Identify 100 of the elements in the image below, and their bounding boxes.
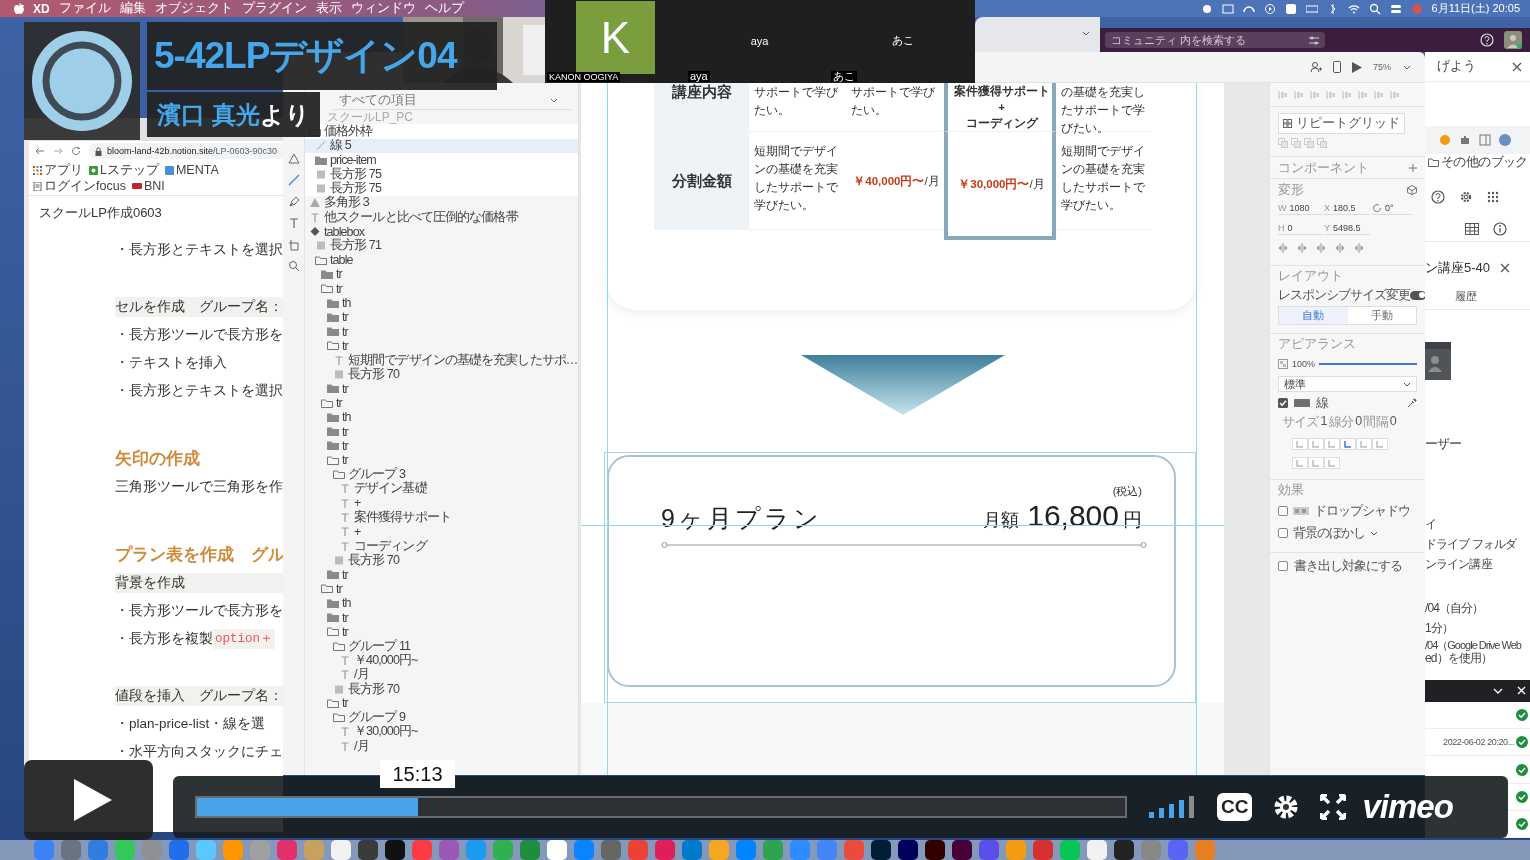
opacity-value[interactable]: 100% bbox=[1292, 359, 1316, 369]
window-icon[interactable] bbox=[1221, 2, 1234, 15]
layer-item[interactable]: + bbox=[305, 496, 578, 511]
align-icon[interactable] bbox=[1374, 89, 1384, 100]
stroke-style-icon[interactable] bbox=[1292, 457, 1308, 469]
battery-icon[interactable] bbox=[1305, 2, 1318, 15]
menu-item[interactable]: XD bbox=[33, 1, 50, 16]
align-icon[interactable] bbox=[1358, 89, 1368, 100]
layer-item[interactable]: th bbox=[305, 410, 578, 425]
stroke-style-icon[interactable] bbox=[1324, 438, 1340, 450]
number-field[interactable]: H 0 bbox=[1278, 221, 1322, 235]
layer-item[interactable]: 長方形 70 bbox=[305, 553, 578, 568]
triangle-icon[interactable] bbox=[287, 152, 300, 165]
close-icon[interactable] bbox=[1512, 61, 1522, 72]
number-field[interactable]: X 180.5 bbox=[1324, 201, 1370, 215]
layer-item[interactable]: /月 bbox=[305, 739, 578, 754]
layer-item[interactable]: tr bbox=[305, 696, 578, 711]
plus-icon[interactable] bbox=[1409, 163, 1417, 172]
apps-icon[interactable] bbox=[1487, 191, 1499, 204]
help-icon[interactable] bbox=[1431, 190, 1445, 205]
layer-item[interactable]: tr bbox=[305, 381, 578, 396]
play-icon[interactable] bbox=[1352, 61, 1362, 73]
layer-item[interactable]: tr bbox=[305, 624, 578, 639]
color-swatch[interactable] bbox=[1294, 399, 1310, 407]
mode-tab[interactable]: 手動 bbox=[1347, 307, 1416, 324]
layer-item[interactable]: th bbox=[305, 596, 578, 611]
layer-item[interactable]: グループ 11 bbox=[305, 639, 578, 654]
stroke-style-icon[interactable] bbox=[1356, 438, 1372, 450]
cube-icon[interactable] bbox=[1407, 185, 1417, 195]
reload-icon[interactable] bbox=[71, 146, 81, 156]
bookmark[interactable]: アプリ bbox=[33, 162, 83, 178]
stroke-style-icon[interactable] bbox=[1372, 438, 1388, 450]
app-icon[interactable] bbox=[898, 840, 918, 860]
app-icon[interactable] bbox=[1114, 840, 1134, 860]
layer-item[interactable]: ￥40,000円~ bbox=[305, 653, 578, 668]
layer-item[interactable]: コーディング bbox=[305, 538, 578, 554]
checkbox[interactable] bbox=[1278, 528, 1288, 538]
layer-item[interactable]: tr bbox=[305, 310, 578, 325]
back-icon[interactable] bbox=[35, 146, 45, 156]
align-icon[interactable] bbox=[1294, 89, 1304, 100]
layer-item[interactable]: table bbox=[305, 252, 578, 268]
captions-button[interactable]: CC bbox=[1217, 793, 1253, 821]
app-icon[interactable] bbox=[925, 840, 945, 860]
bookmark[interactable]: その他のブック bbox=[1425, 154, 1530, 172]
caret-icon[interactable] bbox=[1370, 530, 1378, 536]
flip-icon[interactable] bbox=[1297, 243, 1307, 253]
toggle-switch[interactable] bbox=[1410, 290, 1425, 300]
app-icon[interactable] bbox=[871, 840, 891, 860]
layer-item[interactable]: tr bbox=[305, 267, 578, 282]
layer-item[interactable]: tr bbox=[305, 453, 578, 468]
layer-item[interactable]: 案件獲得サポート bbox=[305, 510, 578, 525]
fullscreen-icon[interactable] bbox=[1320, 794, 1347, 820]
layer-item[interactable]: グループ 3 bbox=[305, 467, 578, 482]
grid-view-icon[interactable] bbox=[1465, 222, 1479, 235]
eyedropper-icon[interactable] bbox=[1407, 398, 1417, 408]
stroke-style-icon[interactable] bbox=[1308, 457, 1324, 469]
layer-item[interactable]: 長方形 71 bbox=[305, 238, 578, 253]
number-field[interactable]: 線分 0 bbox=[1328, 414, 1362, 431]
align-icon[interactable] bbox=[1310, 89, 1320, 100]
layer-item[interactable]: ￥30,000円~ bbox=[305, 724, 578, 740]
brand-logo[interactable]: vimeo bbox=[1362, 789, 1453, 825]
artboard-icon[interactable] bbox=[287, 238, 300, 251]
align-icon[interactable] bbox=[1278, 89, 1288, 100]
layer-item[interactable]: 長方形 70 bbox=[305, 367, 578, 382]
layer-item[interactable]: tr bbox=[305, 581, 578, 597]
bookmark[interactable]: BNI bbox=[131, 178, 165, 194]
app-icon[interactable] bbox=[547, 840, 567, 860]
tab[interactable]: 履歴 bbox=[1425, 281, 1530, 310]
menu-item[interactable]: 表示 bbox=[315, 0, 342, 17]
layer-item[interactable]: th bbox=[305, 295, 578, 311]
layer-item[interactable]: tr bbox=[305, 610, 578, 625]
progress-bar[interactable] bbox=[195, 796, 1127, 818]
rotation-field[interactable]: 0° bbox=[1372, 201, 1412, 215]
align-icon[interactable] bbox=[1390, 89, 1400, 100]
app-icon[interactable] bbox=[358, 840, 378, 860]
menu-item[interactable]: ウィンドウ bbox=[350, 0, 416, 17]
phone-icon[interactable] bbox=[1333, 61, 1341, 73]
layer-item[interactable]: 長方形 75 bbox=[305, 181, 578, 196]
app-icon[interactable] bbox=[952, 840, 972, 860]
menu-item[interactable]: ヘルプ bbox=[424, 0, 464, 17]
info-icon[interactable] bbox=[1493, 221, 1507, 236]
layer-item[interactable]: グループ 9 bbox=[305, 710, 578, 725]
checked-checkbox[interactable] bbox=[1278, 398, 1288, 408]
align-icon[interactable] bbox=[1326, 89, 1336, 100]
zoom-icon[interactable] bbox=[287, 260, 300, 272]
number-field[interactable]: W 1080 bbox=[1278, 201, 1322, 215]
checkbox[interactable] bbox=[1278, 506, 1288, 516]
volume-icon[interactable] bbox=[1149, 796, 1195, 818]
layer-item[interactable]: tr bbox=[305, 424, 578, 439]
bookmark[interactable]: MENTA bbox=[164, 162, 219, 178]
stroke-style-icon[interactable] bbox=[1292, 438, 1308, 450]
layer-item[interactable]: tr bbox=[305, 324, 578, 339]
line-tool-icon[interactable] bbox=[287, 174, 300, 186]
flip-icon[interactable] bbox=[1316, 243, 1326, 253]
layer-item[interactable]: tr bbox=[305, 281, 578, 296]
layer-item[interactable]: 短期間でデザインの基礎を充実したサポ… bbox=[305, 353, 578, 368]
flip-icon[interactable] bbox=[1354, 243, 1364, 253]
checkbox[interactable] bbox=[1278, 561, 1288, 571]
layer-item[interactable]: tr bbox=[305, 438, 578, 454]
filter-dropdown[interactable]: すべての項目 bbox=[333, 92, 572, 110]
